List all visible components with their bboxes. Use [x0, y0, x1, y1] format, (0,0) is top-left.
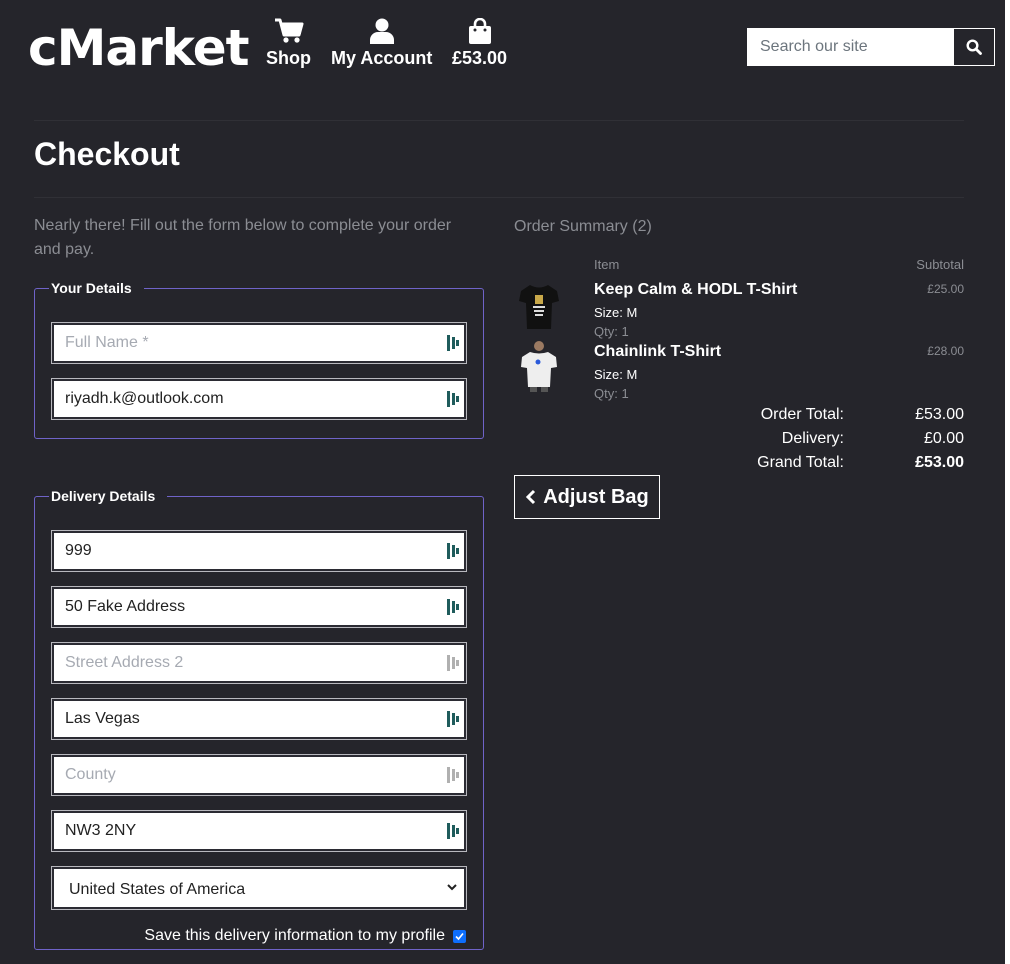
- your-details-legend: Your Details: [51, 280, 132, 296]
- grand-total-label: Grand Total:: [757, 454, 844, 471]
- nav-bag[interactable]: £53.00: [452, 18, 507, 69]
- item-name: Chainlink T-Shirt: [594, 343, 722, 360]
- postcode-input[interactable]: [54, 813, 464, 849]
- item-subtotal: £28.00: [927, 344, 964, 358]
- grand-total-value: £53.00: [915, 454, 964, 471]
- tshirt-black-icon: [519, 285, 559, 329]
- adjust-bag-label: Adjust Bag: [543, 485, 649, 508]
- item-qty: Qty: 1: [594, 324, 629, 339]
- autofill-icon[interactable]: [446, 822, 460, 840]
- site-logo[interactable]: cMarket: [28, 18, 250, 78]
- divider: [34, 197, 964, 198]
- nav-shop-label: Shop: [266, 48, 311, 68]
- product-image-hodl-shirt[interactable]: [518, 283, 560, 336]
- product-image-chainlink-shirt[interactable]: [518, 340, 560, 397]
- item-subtotal: £25.00: [927, 282, 964, 296]
- checkout-intro: Nearly there! Fill out the form below to…: [34, 217, 452, 258]
- full-name-field: [52, 323, 466, 363]
- page-title: Checkout: [34, 136, 180, 172]
- item-name: Keep Calm & HODL T-Shirt: [594, 281, 798, 298]
- street-address-2-input[interactable]: [54, 645, 464, 681]
- search-form: [747, 28, 995, 66]
- town-input[interactable]: [54, 701, 464, 737]
- adjust-bag-button[interactable]: Adjust Bag: [514, 475, 660, 519]
- autofill-icon[interactable]: [446, 334, 460, 352]
- delivery-details-legend: Delivery Details: [51, 488, 156, 504]
- phone-input[interactable]: [54, 533, 464, 569]
- order-total-value: £53.00: [915, 406, 964, 423]
- item-qty: Qty: 1: [594, 386, 629, 401]
- autofill-icon[interactable]: [446, 598, 460, 616]
- order-total-label: Order Total:: [760, 406, 844, 423]
- your-details-fieldset: Your Details: [34, 280, 484, 439]
- street-address-1-input[interactable]: [54, 589, 464, 625]
- chevron-down-icon: [447, 884, 457, 891]
- shopping-bag-icon: [468, 18, 491, 44]
- country-select[interactable]: United States of America: [52, 867, 466, 909]
- save-info-label: Save this delivery information to my pro…: [144, 927, 445, 944]
- phone-field: [52, 531, 466, 571]
- checkout-page: cMarket Shop My Account £53.00 Search ou…: [0, 0, 1005, 964]
- autofill-icon[interactable]: [446, 766, 460, 784]
- autofill-icon[interactable]: [446, 654, 460, 672]
- postcode-field: [52, 811, 466, 851]
- nav-account-label: My Account: [331, 48, 433, 68]
- street-address-1-field: [52, 587, 466, 627]
- save-info-checkbox[interactable]: [453, 929, 466, 943]
- delivery-details-fieldset: Delivery Details United States of Americ…: [34, 488, 484, 950]
- nav-my-account[interactable]: My Account: [331, 18, 432, 69]
- divider: [34, 120, 964, 121]
- county-input[interactable]: [54, 757, 464, 793]
- search-input[interactable]: [748, 29, 954, 65]
- autofill-icon[interactable]: [446, 710, 460, 728]
- town-field: [52, 699, 466, 739]
- item-size: Size: M: [594, 305, 638, 320]
- delivery-label: Delivery:: [781, 430, 844, 447]
- street-address-2-field: [52, 643, 466, 683]
- search-icon: [966, 39, 982, 55]
- item-size: Size: M: [594, 367, 638, 382]
- full-name-input[interactable]: [54, 325, 464, 361]
- user-icon: [369, 18, 394, 44]
- cart-icon: [274, 18, 303, 43]
- check-icon: [455, 932, 464, 940]
- save-info-row: Save this delivery information to my pro…: [144, 927, 466, 945]
- nav-shop[interactable]: Shop: [266, 18, 311, 69]
- country-selected-value: United States of America: [69, 881, 246, 898]
- email-field: [52, 379, 466, 419]
- email-input[interactable]: [54, 381, 464, 417]
- tshirt-white-icon: [521, 341, 557, 392]
- item-column-header: Item: [594, 257, 620, 272]
- subtotal-column-header: Subtotal: [916, 257, 964, 272]
- delivery-value: £0.00: [923, 430, 964, 447]
- county-field: [52, 755, 466, 795]
- chevron-left-icon: [526, 489, 536, 505]
- order-summary-title: Order Summary (2): [514, 218, 652, 235]
- autofill-icon[interactable]: [446, 390, 460, 408]
- nav-bag-total: £53.00: [452, 48, 508, 68]
- autofill-icon[interactable]: [446, 542, 460, 560]
- search-button[interactable]: [954, 29, 994, 65]
